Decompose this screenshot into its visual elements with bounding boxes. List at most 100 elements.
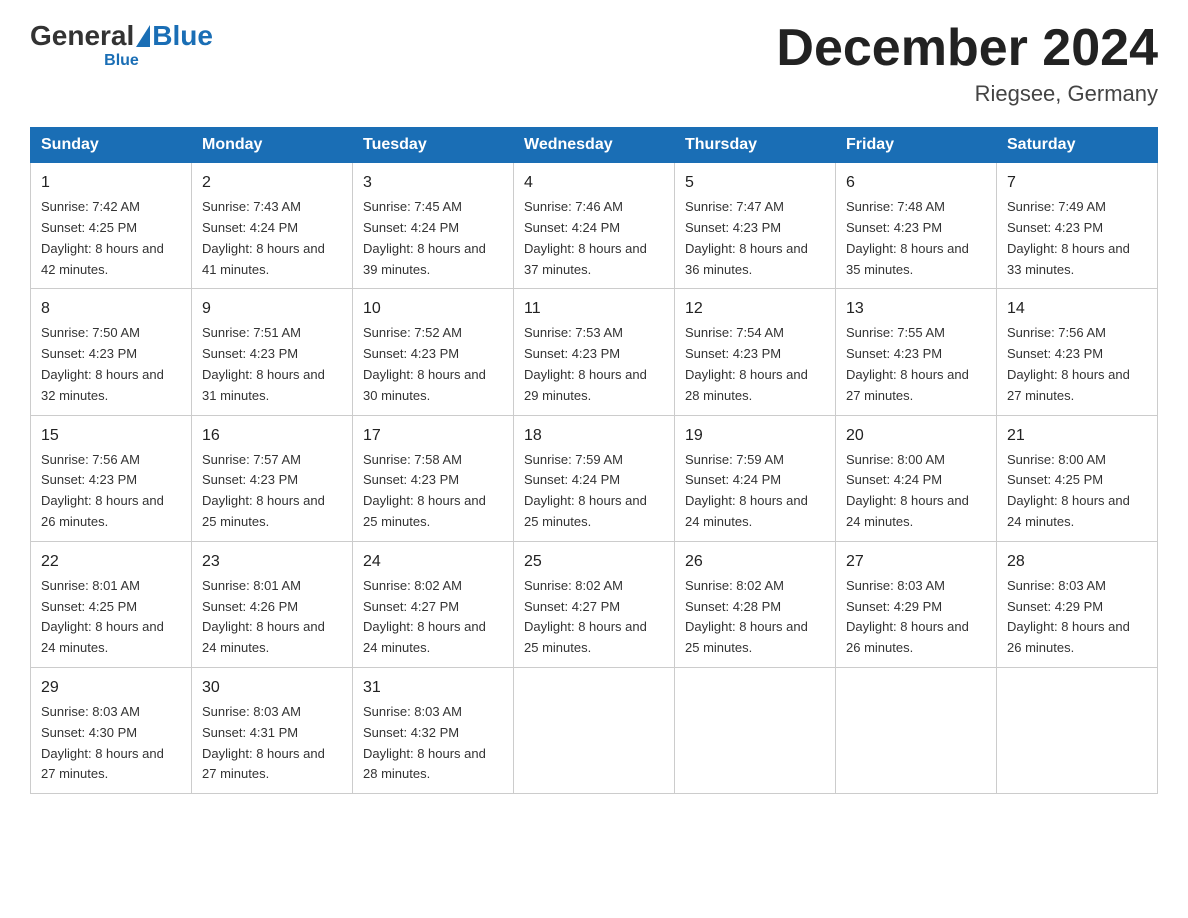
- day-info: Sunrise: 7:59 AMSunset: 4:24 PMDaylight:…: [524, 452, 647, 529]
- day-info: Sunrise: 7:49 AMSunset: 4:23 PMDaylight:…: [1007, 199, 1130, 276]
- day-number: 26: [685, 550, 825, 574]
- calendar-cell: 16 Sunrise: 7:57 AMSunset: 4:23 PMDaylig…: [192, 415, 353, 541]
- day-number: 4: [524, 171, 664, 195]
- calendar-cell: 1 Sunrise: 7:42 AMSunset: 4:25 PMDayligh…: [31, 163, 192, 289]
- calendar-cell: 17 Sunrise: 7:58 AMSunset: 4:23 PMDaylig…: [353, 415, 514, 541]
- day-of-week-thursday: Thursday: [675, 128, 836, 163]
- calendar-cell: 12 Sunrise: 7:54 AMSunset: 4:23 PMDaylig…: [675, 289, 836, 415]
- day-number: 21: [1007, 424, 1147, 448]
- calendar-cell: 7 Sunrise: 7:49 AMSunset: 4:23 PMDayligh…: [997, 163, 1158, 289]
- day-info: Sunrise: 7:47 AMSunset: 4:23 PMDaylight:…: [685, 199, 808, 276]
- calendar-cell: 8 Sunrise: 7:50 AMSunset: 4:23 PMDayligh…: [31, 289, 192, 415]
- day-info: Sunrise: 7:53 AMSunset: 4:23 PMDaylight:…: [524, 325, 647, 402]
- page: General Blue Blue December 2024 Riegsee,…: [0, 0, 1188, 814]
- logo-text: General Blue: [30, 20, 213, 52]
- day-info: Sunrise: 7:55 AMSunset: 4:23 PMDaylight:…: [846, 325, 969, 402]
- day-info: Sunrise: 8:03 AMSunset: 4:29 PMDaylight:…: [846, 578, 969, 655]
- day-number: 14: [1007, 297, 1147, 321]
- calendar-cell: 6 Sunrise: 7:48 AMSunset: 4:23 PMDayligh…: [836, 163, 997, 289]
- day-number: 11: [524, 297, 664, 321]
- day-info: Sunrise: 8:01 AMSunset: 4:26 PMDaylight:…: [202, 578, 325, 655]
- day-info: Sunrise: 8:02 AMSunset: 4:28 PMDaylight:…: [685, 578, 808, 655]
- location: Riegsee, Germany: [776, 81, 1158, 107]
- day-number: 22: [41, 550, 181, 574]
- day-number: 5: [685, 171, 825, 195]
- calendar-cell: 24 Sunrise: 8:02 AMSunset: 4:27 PMDaylig…: [353, 541, 514, 667]
- day-info: Sunrise: 7:51 AMSunset: 4:23 PMDaylight:…: [202, 325, 325, 402]
- calendar-cell: 20 Sunrise: 8:00 AMSunset: 4:24 PMDaylig…: [836, 415, 997, 541]
- calendar-cell: [514, 667, 675, 793]
- calendar-cell: 21 Sunrise: 8:00 AMSunset: 4:25 PMDaylig…: [997, 415, 1158, 541]
- logo-blue: Blue: [152, 20, 213, 52]
- day-of-week-tuesday: Tuesday: [353, 128, 514, 163]
- calendar-week-row: 8 Sunrise: 7:50 AMSunset: 4:23 PMDayligh…: [31, 289, 1158, 415]
- day-number: 30: [202, 676, 342, 700]
- day-number: 20: [846, 424, 986, 448]
- day-info: Sunrise: 8:03 AMSunset: 4:32 PMDaylight:…: [363, 704, 486, 781]
- day-number: 10: [363, 297, 503, 321]
- day-info: Sunrise: 7:56 AMSunset: 4:23 PMDaylight:…: [41, 452, 164, 529]
- calendar-cell: 15 Sunrise: 7:56 AMSunset: 4:23 PMDaylig…: [31, 415, 192, 541]
- day-number: 13: [846, 297, 986, 321]
- day-info: Sunrise: 8:03 AMSunset: 4:31 PMDaylight:…: [202, 704, 325, 781]
- day-number: 18: [524, 424, 664, 448]
- day-info: Sunrise: 8:02 AMSunset: 4:27 PMDaylight:…: [524, 578, 647, 655]
- day-number: 27: [846, 550, 986, 574]
- calendar-cell: 18 Sunrise: 7:59 AMSunset: 4:24 PMDaylig…: [514, 415, 675, 541]
- day-info: Sunrise: 7:59 AMSunset: 4:24 PMDaylight:…: [685, 452, 808, 529]
- calendar-cell: 27 Sunrise: 8:03 AMSunset: 4:29 PMDaylig…: [836, 541, 997, 667]
- day-info: Sunrise: 7:50 AMSunset: 4:23 PMDaylight:…: [41, 325, 164, 402]
- day-number: 2: [202, 171, 342, 195]
- day-number: 23: [202, 550, 342, 574]
- day-info: Sunrise: 8:03 AMSunset: 4:30 PMDaylight:…: [41, 704, 164, 781]
- calendar-cell: 19 Sunrise: 7:59 AMSunset: 4:24 PMDaylig…: [675, 415, 836, 541]
- calendar-week-row: 29 Sunrise: 8:03 AMSunset: 4:30 PMDaylig…: [31, 667, 1158, 793]
- day-number: 29: [41, 676, 181, 700]
- day-number: 28: [1007, 550, 1147, 574]
- day-number: 19: [685, 424, 825, 448]
- logo: General Blue Blue: [30, 20, 213, 70]
- calendar-cell: [836, 667, 997, 793]
- day-info: Sunrise: 7:42 AMSunset: 4:25 PMDaylight:…: [41, 199, 164, 276]
- calendar-cell: 23 Sunrise: 8:01 AMSunset: 4:26 PMDaylig…: [192, 541, 353, 667]
- calendar-cell: [675, 667, 836, 793]
- day-info: Sunrise: 7:54 AMSunset: 4:23 PMDaylight:…: [685, 325, 808, 402]
- day-of-week-wednesday: Wednesday: [514, 128, 675, 163]
- day-info: Sunrise: 8:03 AMSunset: 4:29 PMDaylight:…: [1007, 578, 1130, 655]
- month-title: December 2024: [776, 20, 1158, 77]
- calendar-cell: 4 Sunrise: 7:46 AMSunset: 4:24 PMDayligh…: [514, 163, 675, 289]
- calendar-cell: 2 Sunrise: 7:43 AMSunset: 4:24 PMDayligh…: [192, 163, 353, 289]
- logo-triangle-icon: [136, 25, 150, 47]
- calendar-cell: 9 Sunrise: 7:51 AMSunset: 4:23 PMDayligh…: [192, 289, 353, 415]
- day-number: 6: [846, 171, 986, 195]
- day-number: 12: [685, 297, 825, 321]
- calendar-cell: 22 Sunrise: 8:01 AMSunset: 4:25 PMDaylig…: [31, 541, 192, 667]
- calendar-cell: 10 Sunrise: 7:52 AMSunset: 4:23 PMDaylig…: [353, 289, 514, 415]
- logo-subtitle: Blue: [30, 52, 213, 70]
- day-info: Sunrise: 8:00 AMSunset: 4:25 PMDaylight:…: [1007, 452, 1130, 529]
- calendar-table: SundayMondayTuesdayWednesdayThursdayFrid…: [30, 127, 1158, 794]
- header: General Blue Blue December 2024 Riegsee,…: [30, 20, 1158, 107]
- calendar-header-row: SundayMondayTuesdayWednesdayThursdayFrid…: [31, 128, 1158, 163]
- day-number: 3: [363, 171, 503, 195]
- calendar-cell: 14 Sunrise: 7:56 AMSunset: 4:23 PMDaylig…: [997, 289, 1158, 415]
- calendar-cell: 30 Sunrise: 8:03 AMSunset: 4:31 PMDaylig…: [192, 667, 353, 793]
- calendar-cell: 29 Sunrise: 8:03 AMSunset: 4:30 PMDaylig…: [31, 667, 192, 793]
- calendar-cell: 3 Sunrise: 7:45 AMSunset: 4:24 PMDayligh…: [353, 163, 514, 289]
- day-info: Sunrise: 8:01 AMSunset: 4:25 PMDaylight:…: [41, 578, 164, 655]
- day-of-week-sunday: Sunday: [31, 128, 192, 163]
- calendar-cell: 31 Sunrise: 8:03 AMSunset: 4:32 PMDaylig…: [353, 667, 514, 793]
- day-number: 9: [202, 297, 342, 321]
- day-info: Sunrise: 7:43 AMSunset: 4:24 PMDaylight:…: [202, 199, 325, 276]
- calendar-cell: 28 Sunrise: 8:03 AMSunset: 4:29 PMDaylig…: [997, 541, 1158, 667]
- calendar-cell: [997, 667, 1158, 793]
- calendar-cell: 25 Sunrise: 8:02 AMSunset: 4:27 PMDaylig…: [514, 541, 675, 667]
- day-info: Sunrise: 7:58 AMSunset: 4:23 PMDaylight:…: [363, 452, 486, 529]
- title-block: December 2024 Riegsee, Germany: [776, 20, 1158, 107]
- day-number: 24: [363, 550, 503, 574]
- calendar-week-row: 1 Sunrise: 7:42 AMSunset: 4:25 PMDayligh…: [31, 163, 1158, 289]
- day-info: Sunrise: 7:52 AMSunset: 4:23 PMDaylight:…: [363, 325, 486, 402]
- calendar-cell: 26 Sunrise: 8:02 AMSunset: 4:28 PMDaylig…: [675, 541, 836, 667]
- day-number: 8: [41, 297, 181, 321]
- day-of-week-friday: Friday: [836, 128, 997, 163]
